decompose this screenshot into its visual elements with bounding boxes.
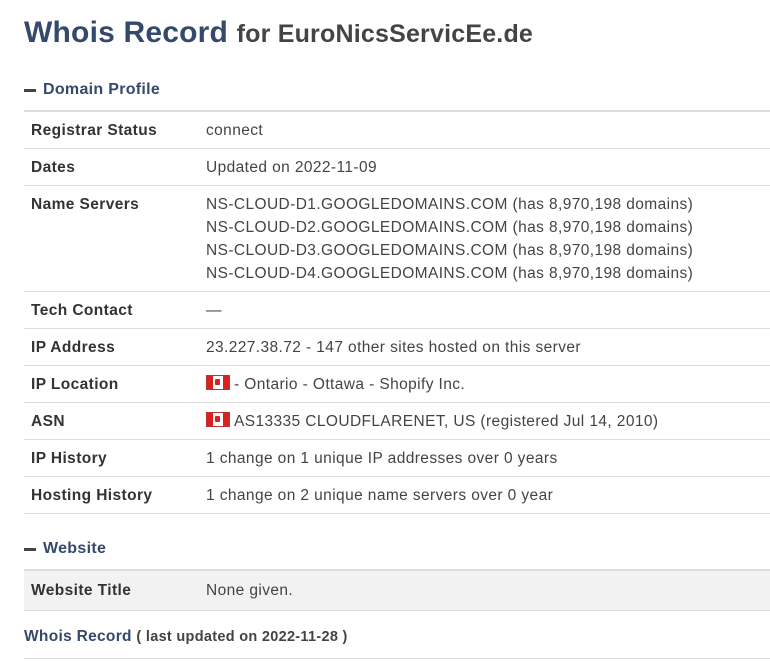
dates-value: Updated on 2022-11-09 — [192, 148, 770, 186]
name-server-line: NS-CLOUD-D4.GOOGLEDOMAINS.COM (has 8,970… — [206, 265, 694, 282]
table-row: Dates Updated on 2022-11-09 — [24, 148, 770, 186]
page-title: Whois Record for EuroNicsServicEe.de — [24, 15, 770, 52]
table-row: Hosting History 1 change on 2 unique nam… — [24, 476, 770, 514]
collapse-minus-icon[interactable] — [24, 547, 36, 551]
row-label: Name Servers — [24, 185, 192, 292]
domain-profile-heading[interactable]: Domain Profile — [43, 81, 160, 99]
row-label: Hosting History — [24, 476, 192, 514]
canada-flag-icon — [206, 375, 230, 390]
table-row: IP Address 23.227.38.72 - 147 other site… — [24, 328, 770, 366]
ip-address-value: 23.227.38.72 - 147 other sites hosted on… — [192, 328, 770, 366]
row-label: ASN — [24, 402, 192, 440]
asn-value: AS13335 CLOUDFLARENET, US (registered Ju… — [192, 402, 770, 440]
name-server-line: NS-CLOUD-D2.GOOGLEDOMAINS.COM (has 8,970… — [206, 219, 694, 236]
row-label: IP History — [24, 439, 192, 477]
title-main: Whois Record — [24, 16, 229, 49]
row-label: Dates — [24, 148, 192, 186]
website-table: Website Title None given. — [24, 569, 770, 611]
name-server-line: NS-CLOUD-D1.GOOGLEDOMAINS.COM (has 8,970… — [206, 196, 694, 213]
domain-profile-table: Registrar Status connect Dates Updated o… — [24, 110, 770, 514]
table-row: Website Title None given. — [24, 570, 770, 611]
table-row: ASN AS13335 CLOUDFLARENET, US (registere… — [24, 402, 770, 440]
tech-contact-value: — — [192, 291, 770, 329]
whois-record-footer: Whois Record ( last updated on 2022-11-2… — [24, 628, 770, 659]
ip-location-value: - Ontario - Ottawa - Shopify Inc. — [192, 365, 770, 403]
title-domain: for EuroNicsServicEe.de — [236, 20, 534, 48]
row-label: Website Title — [24, 570, 192, 611]
whois-record-link[interactable]: Whois Record — [24, 628, 132, 645]
website-heading[interactable]: Website — [43, 540, 106, 558]
name-server-line: NS-CLOUD-D3.GOOGLEDOMAINS.COM (has 8,970… — [206, 242, 694, 259]
row-label: IP Location — [24, 365, 192, 403]
row-label: Tech Contact — [24, 291, 192, 329]
registrar-status-value: connect — [192, 111, 770, 149]
last-updated-text: ( last updated on 2022-11-28 ) — [136, 629, 348, 645]
table-row: IP History 1 change on 1 unique IP addre… — [24, 439, 770, 477]
collapse-minus-icon[interactable] — [24, 88, 36, 92]
canada-flag-icon — [206, 412, 230, 427]
domain-profile-toggle[interactable]: Domain Profile — [24, 79, 770, 101]
table-row: Registrar Status connect — [24, 111, 770, 149]
ip-history-value[interactable]: 1 change on 1 unique IP addresses over 0… — [192, 439, 770, 477]
table-row: Name Servers NS-CLOUD-D1.GOOGLEDOMAINS.C… — [24, 185, 770, 292]
name-servers-value: NS-CLOUD-D1.GOOGLEDOMAINS.COM (has 8,970… — [192, 185, 770, 292]
hosting-history-value[interactable]: 1 change on 2 unique name servers over 0… — [192, 476, 770, 514]
page: Whois Record for EuroNicsServicEe.de Dom… — [0, 15, 770, 659]
website-title-value: None given. — [192, 570, 770, 611]
table-row: IP Location - Ontario - Ottawa - Shopify… — [24, 365, 770, 403]
asn-text: AS13335 CLOUDFLARENET, US (registered Ju… — [234, 413, 659, 430]
website-toggle[interactable]: Website — [24, 538, 770, 560]
row-label: IP Address — [24, 328, 192, 366]
table-row: Tech Contact — — [24, 291, 770, 329]
ip-location-text: - Ontario - Ottawa - Shopify Inc. — [234, 376, 466, 393]
row-label: Registrar Status — [24, 111, 192, 149]
